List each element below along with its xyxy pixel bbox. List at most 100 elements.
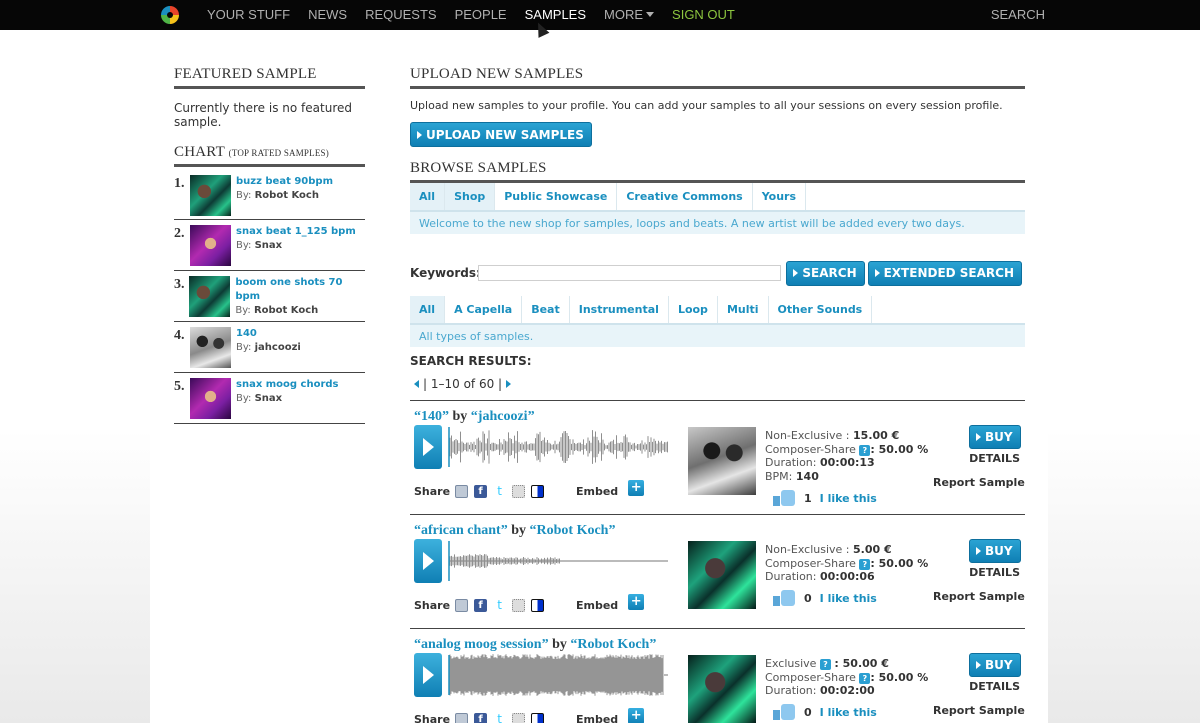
category-note: All types of samples. xyxy=(410,324,1025,347)
buy-container: BUY xyxy=(969,653,1021,677)
delicious-icon[interactable] xyxy=(531,599,545,612)
chart-thumbnail[interactable] xyxy=(190,327,231,368)
sample-title-link[interactable]: “african chant” xyxy=(414,523,508,538)
tab-yours[interactable]: Yours xyxy=(752,183,807,210)
nav-your-stuff[interactable]: YOUR STUFF xyxy=(207,0,290,30)
keywords-input[interactable] xyxy=(478,265,782,281)
buy-button[interactable]: BUY xyxy=(969,425,1021,449)
nav-requests[interactable]: REQUESTS xyxy=(365,0,437,30)
site-logo-icon[interactable] xyxy=(161,6,179,24)
chart-thumbnail[interactable] xyxy=(189,276,231,317)
play-button[interactable] xyxy=(414,653,442,697)
play-button[interactable] xyxy=(414,539,442,583)
category-loop[interactable]: Loop xyxy=(668,296,718,323)
chart-thumbnail[interactable] xyxy=(190,175,231,216)
embed-plus-icon[interactable]: + xyxy=(628,593,645,610)
sample-cover-image[interactable] xyxy=(688,655,756,723)
chart-subtitle: (TOP RATED SAMPLES) xyxy=(228,148,329,158)
nav-news[interactable]: NEWS xyxy=(308,0,347,30)
waveform-spiky[interactable] xyxy=(448,425,670,469)
chart-sample-link[interactable]: snax moog chords xyxy=(236,378,339,392)
featured-text: Currently there is no featured sample. xyxy=(174,101,352,129)
chart-sample-link[interactable]: boom one shots 70 bpm xyxy=(235,276,365,304)
mail-icon[interactable] xyxy=(455,485,469,498)
tab-creative-commons[interactable]: Creative Commons xyxy=(617,183,753,210)
report-sample-link[interactable]: Report Sample xyxy=(933,704,1025,717)
sample-artist-link[interactable]: “Robot Koch” xyxy=(570,637,656,652)
chart-sample-link[interactable]: 140 xyxy=(236,327,301,341)
nav-sign-out[interactable]: SIGN OUT xyxy=(672,0,735,30)
buy-button[interactable]: BUY xyxy=(969,653,1021,677)
tab-shop[interactable]: Shop xyxy=(445,183,496,210)
facebook-icon[interactable]: f xyxy=(474,485,488,498)
upload-new-samples-button[interactable]: UPLOAD NEW SAMPLES xyxy=(410,122,592,147)
facebook-icon[interactable]: f xyxy=(474,713,488,723)
chart-by: By: Robot Koch xyxy=(235,305,318,316)
chart-thumbnail[interactable] xyxy=(190,225,231,266)
delicious-icon[interactable] xyxy=(531,713,545,723)
twitter-icon[interactable]: t xyxy=(493,599,507,612)
thumbs-up-icon[interactable] xyxy=(773,490,795,506)
buy-container: BUY xyxy=(969,539,1021,563)
sample-artist-link[interactable]: “jahcoozi” xyxy=(471,409,535,424)
category-a-capella[interactable]: A Capella xyxy=(445,296,523,323)
mail-icon[interactable] xyxy=(455,713,469,723)
category-instrumental[interactable]: Instrumental xyxy=(569,296,669,323)
category-beat[interactable]: Beat xyxy=(522,296,570,323)
extended-search-label: EXTENDED SEARCH xyxy=(883,266,1014,280)
nav-more-label: MORE xyxy=(604,7,644,22)
help-icon[interactable]: ? xyxy=(859,558,871,570)
sample-title-link[interactable]: “140” xyxy=(414,409,449,424)
nav-more[interactable]: MORE xyxy=(604,0,655,30)
help-icon[interactable]: ? xyxy=(859,444,871,456)
sample-cover-image[interactable] xyxy=(688,427,756,495)
category-multi[interactable]: Multi xyxy=(717,296,769,323)
search-button[interactable]: SEARCH xyxy=(786,260,865,286)
play-button[interactable] xyxy=(414,425,442,469)
mail-icon[interactable] xyxy=(455,599,469,612)
myspace-icon[interactable] xyxy=(512,599,526,612)
main-content: UPLOAD NEW SAMPLES Upload new samples to… xyxy=(410,66,1025,723)
chart-sample-link[interactable]: snax beat 1_125 bpm xyxy=(236,225,356,239)
sample-title-link[interactable]: “analog moog session” xyxy=(414,637,549,652)
details-link[interactable]: DETAILS xyxy=(969,452,1020,465)
delicious-icon[interactable] xyxy=(531,485,545,498)
myspace-icon[interactable] xyxy=(512,485,526,498)
sample-artist-link[interactable]: “Robot Koch” xyxy=(530,523,616,538)
details-link[interactable]: DETAILS xyxy=(969,680,1020,693)
twitter-icon[interactable]: t xyxy=(493,713,507,723)
like-count: 0 xyxy=(804,705,812,719)
report-sample-link[interactable]: Report Sample xyxy=(933,476,1025,489)
category-other-sounds[interactable]: Other Sounds xyxy=(768,296,873,323)
details-link[interactable]: DETAILS xyxy=(969,566,1020,579)
sample-cover-image[interactable] xyxy=(688,541,756,609)
by-label: By: xyxy=(236,342,252,353)
browse-tabs: All Shop Public Showcase Creative Common… xyxy=(410,183,1025,211)
prev-page-icon[interactable] xyxy=(414,380,419,388)
waveform-dense[interactable] xyxy=(448,653,670,697)
tab-all[interactable]: All xyxy=(410,183,446,210)
nav-search[interactable]: SEARCH xyxy=(991,0,1045,30)
next-page-icon[interactable] xyxy=(506,380,512,388)
nav-people[interactable]: PEOPLE xyxy=(455,0,507,30)
tab-public-showcase[interactable]: Public Showcase xyxy=(495,183,618,210)
chart-sample-link[interactable]: buzz beat 90bpm xyxy=(236,175,333,189)
chart-thumbnail[interactable] xyxy=(190,378,231,419)
report-sample-link[interactable]: Report Sample xyxy=(933,590,1025,603)
myspace-icon[interactable] xyxy=(512,713,526,723)
like-link[interactable]: I like this xyxy=(820,592,877,605)
thumbs-up-icon[interactable] xyxy=(773,704,795,720)
buy-button[interactable]: BUY xyxy=(969,539,1021,563)
help-icon[interactable]: ? xyxy=(859,672,871,684)
like-link[interactable]: I like this xyxy=(820,492,877,505)
twitter-icon[interactable]: t xyxy=(493,485,507,498)
like-link[interactable]: I like this xyxy=(820,706,877,719)
embed-plus-icon[interactable]: + xyxy=(628,707,645,723)
facebook-icon[interactable]: f xyxy=(474,599,488,612)
waveform-short[interactable] xyxy=(448,539,670,583)
extended-search-button[interactable]: EXTENDED SEARCH xyxy=(867,260,1022,286)
category-all[interactable]: All xyxy=(410,296,446,323)
help-icon[interactable]: ? xyxy=(819,659,831,670)
thumbs-up-icon[interactable] xyxy=(773,590,795,606)
embed-plus-icon[interactable]: + xyxy=(628,479,645,496)
